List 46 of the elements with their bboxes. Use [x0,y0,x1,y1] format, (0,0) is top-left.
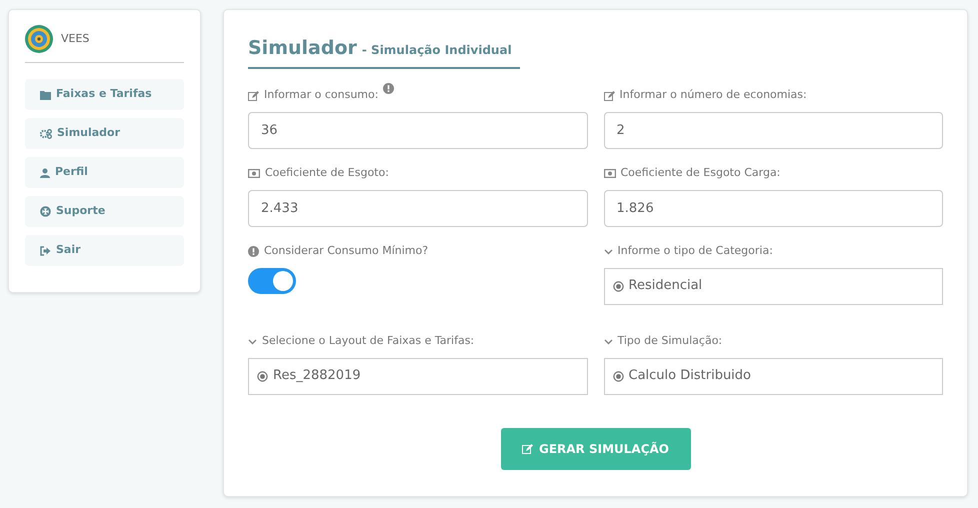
folder-icon [40,90,51,100]
money-icon [604,169,616,178]
field-label: Informar o número de economias: [620,87,807,104]
input-field[interactable]: 1.826 [604,190,943,226]
radio-icon [612,370,624,382]
field-label: Considerar Consumo Mínimo? [264,243,428,260]
radio-icon [612,280,624,292]
field-label: Selecione o Layout de Faixas e Tarifas: [262,333,474,350]
select-value: Res_2882019 [273,367,361,386]
toggle-switch[interactable] [248,268,296,294]
gears-icon [40,128,52,138]
page-subtitle: - Simulação Individual [362,42,512,59]
field-label: Coeficiente de Esgoto Carga: [620,165,780,182]
select-field[interactable]: Res_2882019 [248,358,588,394]
page-title: Simulador [248,36,357,61]
sign-out-icon [40,246,51,256]
edit-icon [248,90,259,100]
sidebar-item[interactable]: Perfil [25,157,184,188]
select-field[interactable]: Residencial [604,268,943,304]
input-field[interactable]: 2.433 [248,190,588,226]
exclamation-icon [383,82,394,94]
logo-icon [25,25,53,53]
sidebar-item[interactable]: Sair [25,235,184,266]
chevron-down-icon [604,248,612,254]
field-label: Tipo de Simulação: [618,333,722,350]
input-field[interactable]: 36 [248,112,588,148]
lifebuoy-icon [40,206,51,217]
exclamation-icon [248,246,259,257]
input-field[interactable]: 2 [604,112,943,148]
chevron-down-icon [604,338,612,344]
chevron-down-icon [248,338,257,344]
sidebar-item[interactable]: Faixas e Tarifas [25,79,184,110]
select-value: Calculo Distribuido [628,367,751,386]
brand-name: VEES [61,30,90,47]
select-field[interactable]: Calculo Distribuido [604,358,943,394]
field-label: Coeficiente de Esgoto: [265,165,389,182]
field-label: Informe o tipo de Categoria: [618,243,773,260]
field-label: Informar o consumo: [264,87,378,104]
select-value: Residencial [628,277,702,296]
sidebar-item[interactable]: Simulador [25,118,184,149]
edit-icon [604,90,614,100]
money-icon [248,169,260,178]
edit-icon [522,444,533,454]
radio-icon [257,370,268,382]
user-icon [40,168,50,178]
sidebar-item[interactable]: Suporte [25,196,184,227]
